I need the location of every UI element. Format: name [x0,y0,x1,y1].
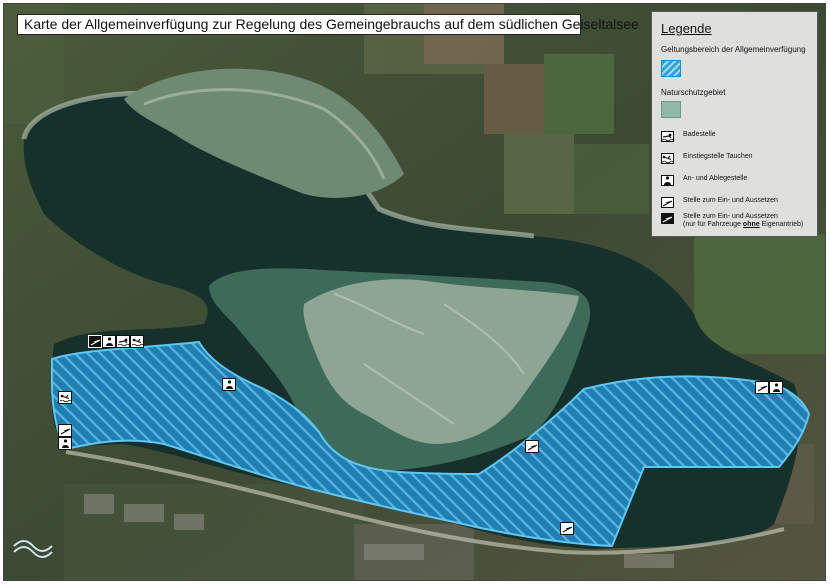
marker-diving[interactable] [130,335,144,348]
marker-mooring[interactable] [222,378,236,391]
agency-logo [13,540,53,558]
legend-item-label: Stelle zum Ein- und Aussetzen [683,197,778,204]
legend-note-after: Eigenantrieb) [759,221,804,228]
legend-item-label: Badestelle [683,131,716,138]
marker-launch[interactable] [560,522,574,535]
scope-swatch [661,60,681,77]
legend-item-label: Einstiegstelle Tauchen [683,153,753,160]
legend-panel: Legende Geltungsbereich der Allgemeinver… [651,11,818,237]
map-title: Karte der Allgemeinverfügung zur Regelun… [17,14,639,35]
boat-slip-dark-icon [661,213,674,224]
boat-slip-icon [661,197,674,208]
marker-diving[interactable] [58,391,72,404]
scope-label: Geltungsbereich der Allgemeinverfügung [661,45,806,54]
marker-launch[interactable] [525,440,539,453]
map-frame: Karte der Allgemeinverfügung zur Regelun… [3,3,826,581]
legend-item-diving: Einstiegstelle Tauchen [661,153,753,164]
anchor-person-icon [661,175,674,186]
legend-item-label: Stelle zum Ein- und Aussetzen [683,213,778,220]
legend-item-text: Stelle zum Ein- und Aussetzen (nur für F… [683,213,803,229]
legend-item-label: An- und Ablegestelle [683,175,748,182]
nature-swatch [661,101,681,118]
marker-swimming[interactable] [116,335,130,348]
legend-note-before: (nur für Fahrzeuge [683,221,743,228]
legend-item-launch: Stelle zum Ein- und Aussetzen [661,197,778,208]
diver-icon [661,153,674,164]
marker-mooring[interactable] [102,335,116,348]
legend-item-launch-unpowered: Stelle zum Ein- und Aussetzen (nur für F… [661,213,803,229]
legend-item-swimming: Badestelle [661,131,716,142]
legend-heading: Legende [661,21,712,36]
legend-note-bold: ohne [742,221,760,228]
marker-mooring[interactable] [769,381,783,394]
nature-label: Naturschutzgebiet [661,88,726,97]
marker-launch-unpowered[interactable] [88,335,102,348]
marker-mooring[interactable] [58,437,72,450]
legend-item-mooring: An- und Ablegestelle [661,175,747,186]
swimmer-icon [661,131,674,142]
marker-launch[interactable] [755,381,769,394]
marker-launch-unpowered[interactable] [58,424,72,437]
